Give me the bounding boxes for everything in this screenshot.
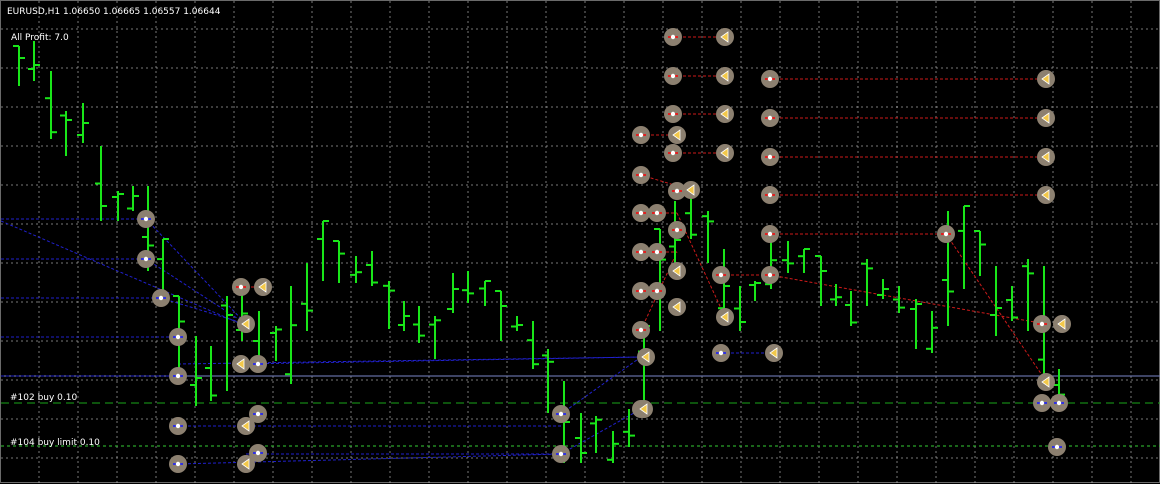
- buy-link: [240, 356, 642, 365]
- sell-dot: [654, 249, 660, 255]
- sell-dot: [943, 231, 949, 237]
- buy-dot: [1056, 400, 1062, 406]
- sell-dot: [674, 227, 680, 233]
- buy-link: [177, 453, 562, 465]
- sell-dot: [767, 272, 773, 278]
- sell-dot: [638, 172, 644, 178]
- sell-dot: [654, 210, 660, 216]
- sell-dot: [670, 111, 676, 117]
- trade-links: [1, 36, 1059, 465]
- profit-label: All Profit: 7.0: [11, 33, 69, 43]
- order-label-104[interactable]: #104 buy limit 0.10: [10, 438, 100, 448]
- sell-dot: [654, 288, 660, 294]
- buy-link: [560, 356, 642, 415]
- sell-dot: [238, 284, 244, 290]
- buy-dot: [175, 461, 181, 467]
- sell-dot: [767, 154, 773, 160]
- price-bars: [13, 41, 1065, 463]
- buy-dot: [255, 361, 261, 367]
- buy-dot: [143, 216, 149, 222]
- sell-dot: [670, 34, 676, 40]
- sell-dot: [767, 115, 773, 121]
- buy-dot: [255, 450, 261, 456]
- sell-dot: [1039, 321, 1045, 327]
- buy-dot: [255, 411, 261, 417]
- buy-dot: [143, 256, 149, 262]
- buy-link: [1, 220, 247, 327]
- buy-dot: [718, 350, 724, 356]
- buy-dot: [175, 334, 181, 340]
- sell-dot: [638, 132, 644, 138]
- chart-grid: [1, 1, 1160, 484]
- buy-dot: [1054, 444, 1060, 450]
- chart-window[interactable]: EURUSD,H1 1.06650 1.06665 1.06557 1.0664…: [0, 0, 1160, 484]
- sell-dot: [638, 327, 644, 333]
- symbol-info: EURUSD,H1 1.06650 1.06665 1.06557 1.0664…: [7, 7, 221, 17]
- buy-dot: [158, 295, 164, 301]
- price-chart[interactable]: [1, 1, 1160, 484]
- sell-dot: [767, 192, 773, 198]
- sell-dot: [718, 272, 724, 278]
- sell-dot: [670, 73, 676, 79]
- sell-dot: [670, 150, 676, 156]
- buy-dot: [558, 451, 564, 457]
- sell-dot: [638, 210, 644, 216]
- sell-dot: [674, 188, 680, 194]
- sell-dot: [638, 288, 644, 294]
- order-label-102[interactable]: #102 buy 0.10: [10, 393, 77, 403]
- trade-markers: [137, 28, 1071, 473]
- buy-dot: [175, 373, 181, 379]
- sell-link: [769, 274, 1047, 325]
- sell-dot: [767, 231, 773, 237]
- sell-dot: [638, 249, 644, 255]
- buy-dot: [1039, 400, 1045, 406]
- sell-dot: [767, 76, 773, 82]
- buy-dot: [558, 411, 564, 417]
- buy-dot: [175, 423, 181, 429]
